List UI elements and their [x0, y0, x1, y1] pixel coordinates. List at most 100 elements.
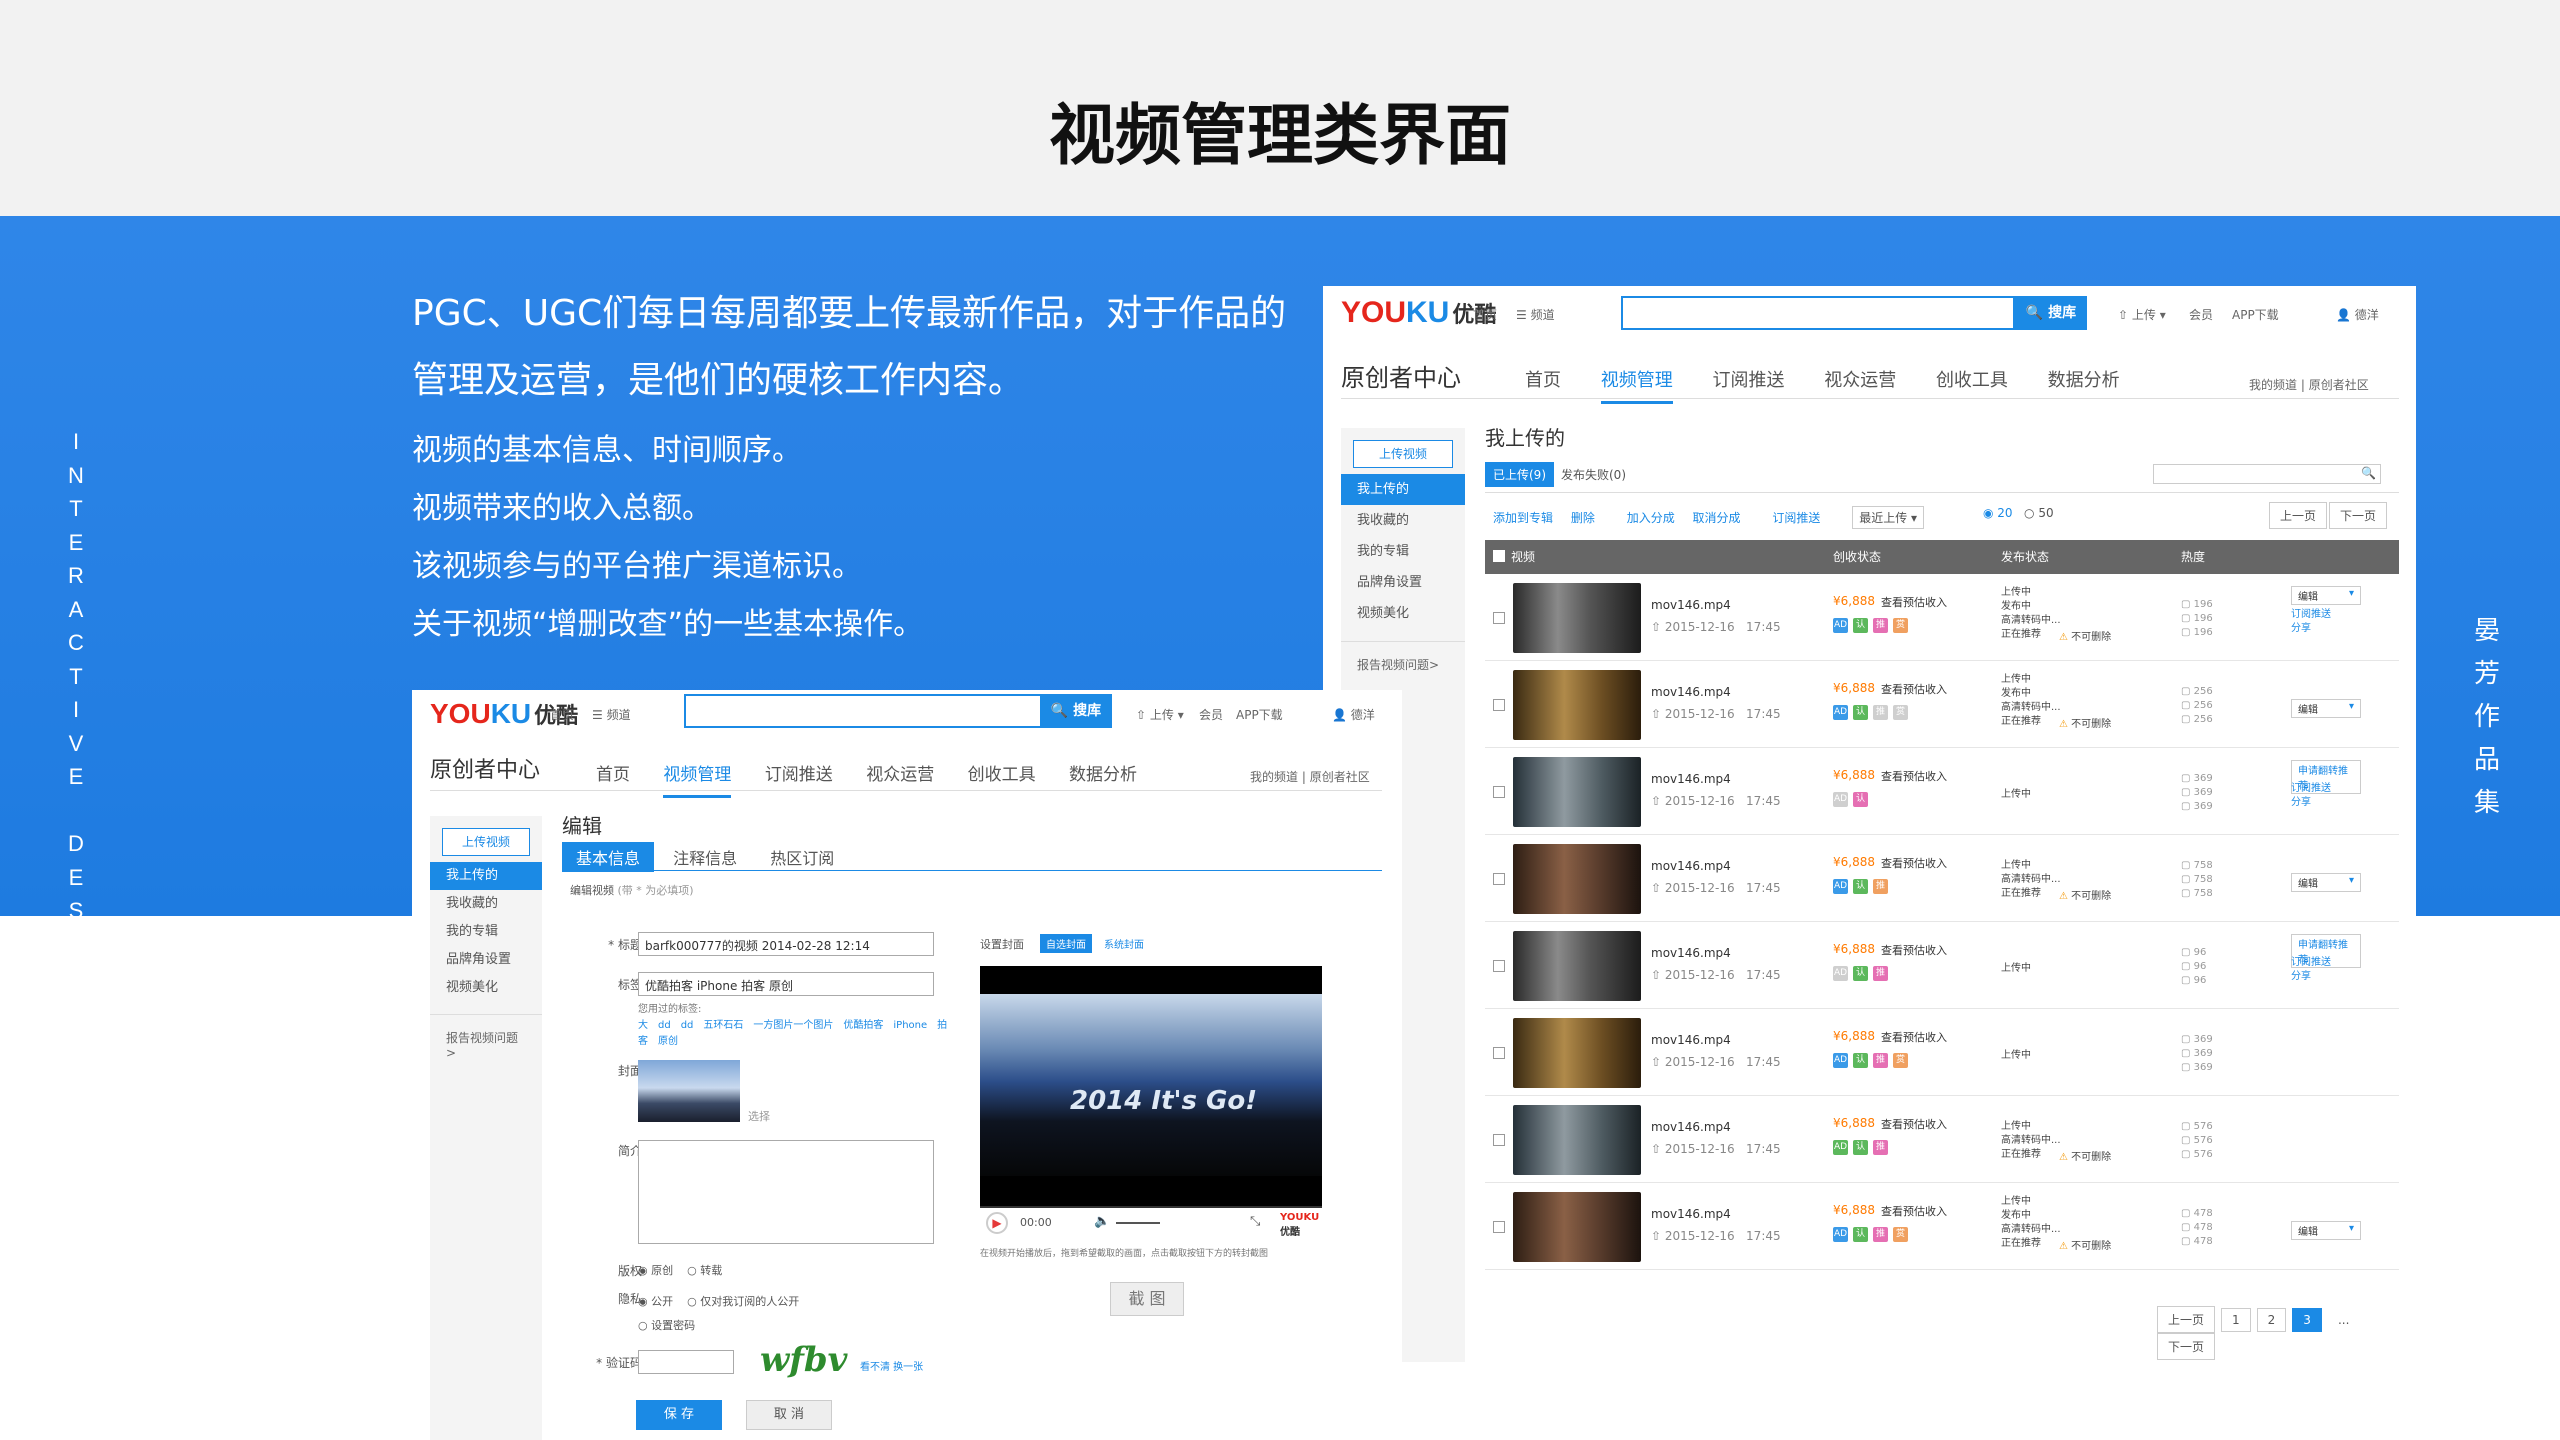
per-page-50-radio[interactable]: ○ 50 [2024, 506, 2054, 520]
video-thumbnail[interactable] [1513, 931, 1641, 1001]
upload-menu[interactable]: ⇧ 上传 ▾ [2118, 306, 2166, 323]
video-filename[interactable]: mov146.mp4 [1651, 946, 1731, 960]
video-thumbnail[interactable] [1513, 583, 1641, 653]
nav-home[interactable]: 首页 [596, 765, 630, 785]
check-income-link[interactable]: 查看预估收入 [1881, 942, 1947, 958]
cover-auto-tab[interactable]: 自选封面 [1040, 934, 1092, 953]
nav-data-analysis[interactable]: 数据分析 [1069, 765, 1137, 785]
action-subscribe-push[interactable]: 订阅推送 [1772, 511, 1820, 525]
video-filename[interactable]: mov146.mp4 [1651, 1120, 1731, 1134]
play-button[interactable]: ▶ [986, 1212, 1008, 1234]
row-checkbox[interactable] [1493, 1134, 1505, 1146]
check-income-link[interactable]: 查看预估收入 [1881, 1029, 1947, 1045]
cover-system-tab[interactable]: 系统封面 [1104, 936, 1144, 951]
prev-page-button[interactable]: 上一页 [2269, 502, 2328, 529]
tag-link[interactable]: 大 [638, 1020, 648, 1031]
cover-choose-link[interactable]: 选择 [748, 1108, 770, 1124]
check-income-link[interactable]: 查看预估收入 [1881, 594, 1947, 610]
top-channel-link[interactable]: ☰ 频道 [592, 706, 631, 723]
nav-income-tools[interactable]: 创收工具 [1936, 370, 2008, 391]
row-checkbox[interactable] [1493, 960, 1505, 972]
edit-dropdown[interactable]: 编辑 ▾ [2291, 1221, 2361, 1240]
video-thumbnail[interactable] [1513, 1192, 1641, 1262]
action-cancel-share[interactable]: 取消分成 [1693, 511, 1741, 525]
upload-menu[interactable]: ⇧ 上传 ▾ [1136, 706, 1184, 723]
member-link[interactable]: 会员 [2189, 306, 2213, 323]
check-income-link[interactable]: 查看预估收入 [1881, 1203, 1947, 1219]
sidebar-item-brand-corner[interactable]: 品牌角设置 [430, 946, 542, 974]
top-home-link[interactable]: 首页 [550, 706, 574, 723]
user-menu[interactable]: 👤 德洋 [1332, 706, 1375, 723]
video-filename[interactable]: mov146.mp4 [1651, 772, 1731, 786]
tag-link[interactable]: iPhone [893, 1020, 927, 1031]
sidebar-item-beautify[interactable]: 视频美化 [430, 974, 542, 1002]
row-action-link[interactable]: 分享 [2291, 622, 2331, 636]
list-search-input[interactable]: 🔍 [2153, 464, 2381, 484]
app-download-link[interactable]: APP下载 [2232, 306, 2279, 323]
row-action-link[interactable]: 订阅推送 [2291, 608, 2331, 622]
pager-button[interactable]: 3 [2292, 1308, 2322, 1332]
user-menu[interactable]: 👤 德洋 [2336, 306, 2379, 323]
tags-field[interactable]: 优酷拍客 iPhone 拍客 原创 [638, 972, 934, 996]
community-link[interactable]: 原创者社区 [1310, 770, 1370, 784]
row-checkbox[interactable] [1493, 612, 1505, 624]
video-filename[interactable]: mov146.mp4 [1651, 859, 1731, 873]
fullscreen-icon[interactable]: ⤡ [1250, 1214, 1260, 1229]
sort-select[interactable]: 最近上传 ▾ [1852, 506, 1925, 529]
row-action-link[interactable]: 订阅推送 [2291, 782, 2331, 796]
video-thumbnail[interactable] [1513, 1105, 1641, 1175]
tab-annotations[interactable]: 注释信息 [673, 849, 737, 868]
sidebar-item-albums[interactable]: 我的专辑 [1341, 536, 1465, 567]
sidebar-item-beautify[interactable]: 视频美化 [1341, 598, 1465, 629]
privacy-public-radio[interactable]: ◉ 公开 [638, 1295, 673, 1308]
save-button[interactable]: 保 存 [636, 1400, 722, 1430]
check-income-link[interactable]: 查看预估收入 [1881, 681, 1947, 697]
action-delete[interactable]: 删除 [1571, 511, 1595, 525]
tab-hotzone[interactable]: 热区订阅 [770, 849, 834, 868]
report-problem-link[interactable]: 报告视频问题> [430, 1014, 542, 1074]
select-all-checkbox[interactable] [1493, 550, 1505, 562]
intro-textarea[interactable] [638, 1140, 934, 1244]
row-checkbox[interactable] [1493, 873, 1505, 885]
video-player[interactable]: 2014 It's Go! [980, 966, 1322, 1206]
privacy-subscribers-radio[interactable]: ○ 仅对我订阅的人公开 [687, 1295, 799, 1308]
nav-video-manage[interactable]: 视频管理 [663, 765, 732, 798]
sidebar-item-favorites[interactable]: 我收藏的 [1341, 505, 1465, 536]
nav-income-tools[interactable]: 创收工具 [968, 765, 1036, 785]
tag-link[interactable]: 原创 [658, 1036, 678, 1047]
sidebar-item-favorites[interactable]: 我收藏的 [430, 890, 542, 918]
pager-button[interactable]: 下一页 [2157, 1333, 2216, 1360]
nav-subscribe-push[interactable]: 订阅推送 [765, 765, 833, 785]
tag-link[interactable]: 一方图片一个图片 [753, 1020, 833, 1031]
privacy-password-radio[interactable]: ○ 设置密码 [638, 1319, 695, 1332]
next-page-button[interactable]: 下一页 [2329, 502, 2388, 529]
volume-icon[interactable]: 🔈 [1094, 1214, 1110, 1229]
action-add-album[interactable]: 添加到专辑 [1493, 511, 1553, 525]
row-checkbox[interactable] [1493, 699, 1505, 711]
video-filename[interactable]: mov146.mp4 [1651, 1033, 1731, 1047]
search-button[interactable]: 🔍 搜库 [1040, 694, 1112, 728]
screenshot-button[interactable]: 截 图 [1110, 1282, 1184, 1316]
tag-link[interactable]: dd [681, 1020, 694, 1031]
tag-link[interactable]: 优酷拍客 [843, 1020, 883, 1031]
pager-button[interactable]: 2 [2256, 1308, 2287, 1332]
top-channel-link[interactable]: ☰ 频道 [1516, 306, 1555, 323]
tag-link[interactable]: 五环石石 [703, 1020, 743, 1031]
row-checkbox[interactable] [1493, 786, 1505, 798]
video-thumbnail[interactable] [1513, 757, 1641, 827]
video-thumbnail[interactable] [1513, 844, 1641, 914]
pager-button[interactable]: 上一页 [2157, 1306, 2216, 1333]
tab-failed[interactable]: 发布失败(0) [1561, 466, 1626, 483]
nav-subscribe-push[interactable]: 订阅推送 [1712, 370, 1784, 391]
check-income-link[interactable]: 查看预估收入 [1881, 1116, 1947, 1132]
my-channel-link[interactable]: 我的频道 [2249, 378, 2297, 392]
cancel-button[interactable]: 取 消 [746, 1400, 832, 1430]
edit-dropdown[interactable]: 编辑 ▾ [2291, 699, 2361, 718]
row-checkbox[interactable] [1493, 1221, 1505, 1233]
copyright-original-radio[interactable]: ◉ 原创 [638, 1264, 673, 1277]
row-action-link[interactable]: 分享 [2291, 970, 2331, 984]
edit-dropdown[interactable]: 编辑 ▾ [2291, 873, 2361, 892]
check-income-link[interactable]: 查看预估收入 [1881, 855, 1947, 871]
search-input[interactable] [684, 694, 1054, 728]
row-action-link[interactable]: 订阅推送 [2291, 956, 2331, 970]
